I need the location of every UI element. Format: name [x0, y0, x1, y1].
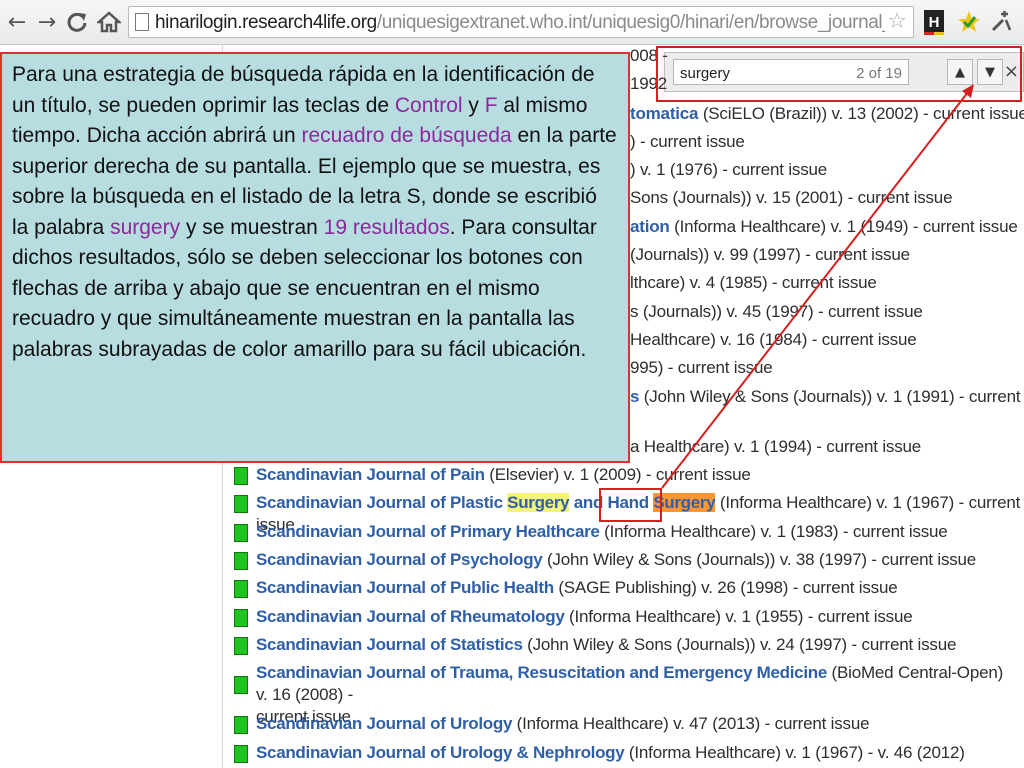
list-item: Scandinavian Journal of Urology & Nephro… — [234, 742, 965, 768]
list-item-partial: Sons (Journals)) v. 15 (2001) - current … — [630, 188, 953, 207]
home-icon[interactable] — [96, 8, 122, 36]
list-item-partial: s (Journals)) v. 45 (1997) - current iss… — [630, 302, 923, 321]
green-access-icon — [234, 716, 248, 734]
list-item: Scandinavian Journal of Statistics (John… — [234, 634, 956, 660]
list-item-partial: s (John Wiley & Sons (Journals)) v. 1 (1… — [630, 387, 1021, 406]
list-item-partial: 995) - current issue — [630, 358, 773, 377]
list-item-partial: (Journals)) v. 99 (1997) - current issue — [630, 245, 910, 264]
journal-link[interactable]: Scandinavian Journal of Pain — [256, 465, 485, 484]
forward-arrow-icon[interactable]: → — [34, 8, 60, 36]
list-item-partial: Healthcare) v. 16 (1984) - current issue — [630, 330, 917, 349]
journal-link[interactable]: Scandinavian Journal of Urology & Nephro… — [256, 743, 625, 762]
url-text: hinarilogin.research4life.org/uniquesige… — [155, 12, 885, 33]
list-item: Scandinavian Journal of Rheumatology (In… — [234, 606, 913, 632]
list-item: Scandinavian Journal of Trauma, Resuscit… — [234, 662, 1016, 726]
svg-text:H: H — [929, 14, 940, 31]
journal-link[interactable]: Scandinavian Journal of Rheumatology — [256, 607, 565, 626]
list-item-partial: lthcare) v. 4 (1985) - current issue — [630, 273, 877, 292]
journal-link[interactable]: Scandinavian Journal of Trauma, Resuscit… — [256, 663, 827, 682]
list-item-partial: a Healthcare) v. 1 (1994) - current issu… — [630, 437, 922, 456]
list-item: Scandinavian Journal of Primary Healthca… — [234, 521, 948, 547]
journal-link[interactable]: Scandinavian Journal of Urology — [256, 714, 512, 733]
annotation-text: Para una estrategia de búsqueda rápida e… — [12, 63, 617, 361]
green-access-icon — [234, 609, 248, 627]
list-item-partial: tomatica (SciELO (Brazil)) v. 13 (2002) … — [630, 104, 1024, 123]
browser-toolbar: ← → hinarilogin.research4life.org/unique… — [0, 0, 1024, 45]
green-access-icon — [234, 495, 248, 513]
green-access-icon — [234, 552, 248, 570]
match-highlight-box — [599, 488, 662, 522]
journal-link[interactable]: Scandinavian Journal of Statistics — [256, 635, 523, 654]
list-item: Scandinavian Journal of Urology (Informa… — [234, 713, 870, 739]
list-item: Scandinavian Journal of Pain (Elsevier) … — [234, 464, 751, 490]
list-item-partial: ation (Informa Healthcare) v. 1 (1949) -… — [630, 217, 1018, 236]
journal-link[interactable]: Scandinavian Journal of Psychology — [256, 550, 543, 569]
address-bar[interactable]: hinarilogin.research4life.org/uniquesige… — [128, 6, 914, 38]
search-highlight: Surgery — [507, 493, 570, 512]
page-icon — [135, 13, 149, 31]
bookmark-star-icon[interactable]: ☆ — [887, 9, 907, 34]
green-access-icon — [234, 524, 248, 542]
find-bar-highlight-box — [656, 46, 1022, 102]
green-access-icon — [234, 745, 248, 763]
green-access-icon — [234, 467, 248, 485]
extension-badge-icon[interactable] — [956, 8, 982, 36]
list-item-partial: ) - current issue — [630, 132, 745, 151]
journal-link[interactable]: Scandinavian Journal of Public Health — [256, 578, 554, 597]
green-access-icon — [234, 580, 248, 598]
wrench-icon[interactable] — [988, 8, 1014, 36]
list-item-partial: ) v. 1 (1976) - current issue — [630, 160, 828, 179]
back-arrow-icon[interactable]: ← — [4, 8, 30, 36]
green-access-icon — [234, 637, 248, 655]
list-item: Scandinavian Journal of Psychology (John… — [234, 549, 976, 575]
green-access-icon — [234, 676, 248, 694]
extension-h-icon[interactable]: H — [922, 8, 948, 36]
annotation-callout: Para una estrategia de búsqueda rápida e… — [0, 52, 630, 463]
list-item: Scandinavian Journal of Public Health (S… — [234, 577, 898, 603]
reload-icon[interactable] — [64, 8, 90, 36]
search-highlight-active: Surgery — [653, 493, 716, 512]
journal-link[interactable]: Scandinavian Journal of Primary Healthca… — [256, 522, 600, 541]
